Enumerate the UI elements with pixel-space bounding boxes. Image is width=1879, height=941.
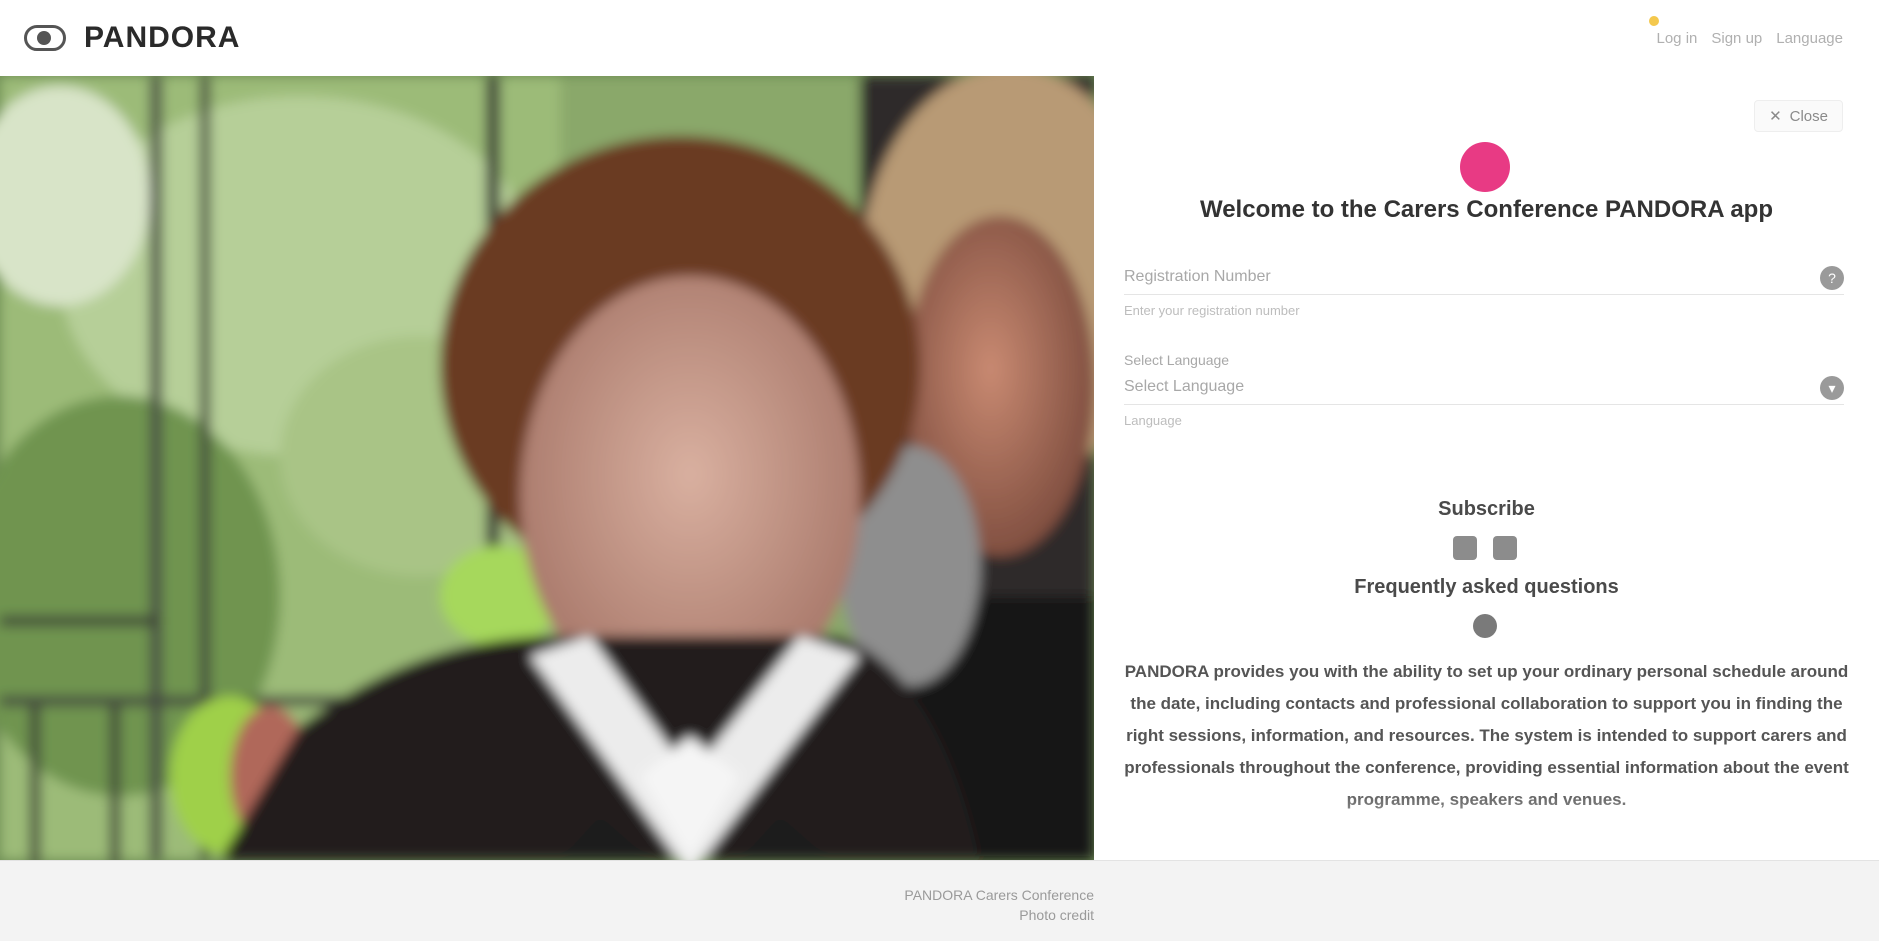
- logo-text: PANDORA: [84, 21, 241, 54]
- twitter-icon[interactable]: [1493, 536, 1517, 560]
- language-select[interactable]: [1124, 374, 1764, 400]
- facebook-icon[interactable]: [1453, 536, 1477, 560]
- social-links: [1453, 536, 1517, 560]
- photo-credit: PANDORA Carers Conference Photo credit: [640, 885, 1094, 925]
- close-button-label: Close: [1789, 107, 1828, 125]
- top-bar-actions: Log in Sign up Language: [1648, 15, 1843, 56]
- welcome-title: Welcome to the Carers Conference PANDORA…: [1199, 196, 1773, 223]
- language-field: Select Language ▾ Language: [1124, 352, 1844, 428]
- signup-link[interactable]: Sign up: [1711, 30, 1762, 47]
- chevron-down-icon[interactable]: ▾: [1820, 376, 1844, 400]
- language-field-label: Select Language: [1124, 352, 1230, 368]
- logo[interactable]: PANDORA: [24, 20, 240, 56]
- footer: PANDORA Carers Conference Photo credit: [0, 860, 1879, 941]
- language-hint: Language: [1124, 413, 1182, 428]
- registration-input-row: ?: [1124, 264, 1844, 295]
- registration-input[interactable]: [1124, 264, 1764, 290]
- hero-image: [0, 76, 1094, 860]
- faq-heading: Frequently asked questions: [1354, 576, 1619, 598]
- close-button[interactable]: ✕ Close: [1754, 100, 1843, 132]
- welcome-panel: ✕ Close Welcome to the Carers Conference…: [1094, 76, 1879, 860]
- notification-dot-icon: [1648, 15, 1659, 26]
- registration-hint: Enter your registration number: [1124, 303, 1300, 318]
- brand-logo-icon: [1460, 142, 1510, 192]
- close-icon: ✕: [1769, 108, 1782, 125]
- hero-photo: [0, 76, 1094, 860]
- help-icon[interactable]: ?: [1820, 266, 1844, 290]
- login-link[interactable]: Log in: [1648, 15, 1697, 47]
- registration-field: ? Enter your registration number: [1124, 264, 1844, 318]
- logo-mark-icon: [24, 25, 66, 51]
- subscribe-heading: Subscribe: [1438, 498, 1535, 520]
- top-bar: PANDORA Log in Sign up Language: [0, 0, 1879, 77]
- language-select-row[interactable]: ▾: [1124, 374, 1844, 405]
- scroll-fade: [1094, 790, 1879, 860]
- app-window: PANDORA Log in Sign up Language ✕ Close …: [0, 0, 1879, 941]
- language-link[interactable]: Language: [1776, 30, 1843, 47]
- credit-line-1: PANDORA Carers Conference: [904, 887, 1094, 903]
- credit-line-2: Photo credit: [1019, 907, 1094, 923]
- info-icon[interactable]: [1473, 614, 1497, 638]
